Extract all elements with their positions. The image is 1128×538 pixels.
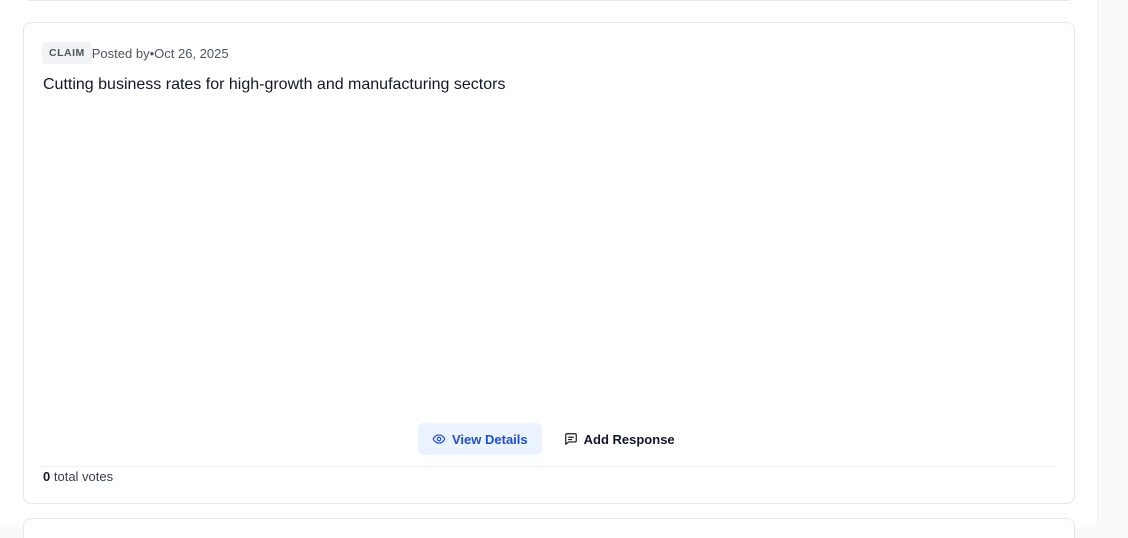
card-divider — [42, 466, 1056, 467]
add-response-label: Add Response — [583, 431, 675, 447]
next-card — [23, 518, 1075, 538]
view-details-button[interactable]: View Details — [418, 423, 542, 455]
right-rail — [1097, 0, 1128, 527]
eye-icon — [432, 432, 446, 446]
previous-card — [23, 0, 1075, 1]
claim-card: CLAIM Posted by • Oct 26, 2025 Cutting b… — [23, 22, 1075, 504]
posted-by-label: Posted by — [91, 45, 150, 61]
message-square-icon — [564, 432, 578, 446]
view-details-label: View Details — [452, 431, 528, 447]
card-actions: View Details Add Response — [418, 423, 689, 455]
vote-summary: 0 total votes — [43, 468, 113, 486]
claim-tag: CLAIM — [42, 42, 92, 64]
vote-label: total votes — [53, 469, 114, 484]
claim-title: Cutting business rates for high-growth a… — [43, 76, 506, 93]
feed-area: CLAIM Posted by • Oct 26, 2025 Cutting b… — [0, 0, 1097, 538]
add-response-button[interactable]: Add Response — [550, 423, 689, 455]
post-date: Oct 26, 2025 — [154, 45, 229, 61]
card-meta: CLAIM Posted by • Oct 26, 2025 — [42, 42, 229, 64]
vote-count: 0 — [43, 469, 51, 484]
